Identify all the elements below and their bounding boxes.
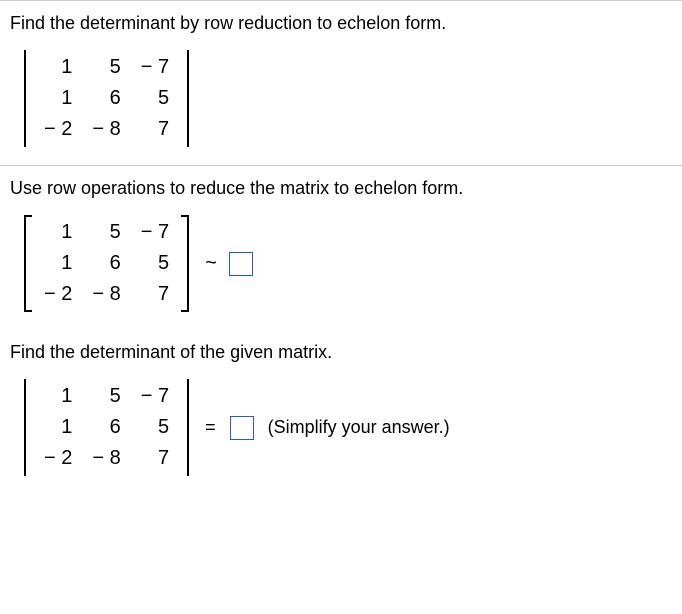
matrix-cell: − 2 (34, 279, 82, 310)
simplify-hint: (Simplify your answer.) (264, 417, 450, 438)
matrix-cell: − 7 (131, 217, 179, 248)
determinant-answer-input[interactable] (230, 416, 254, 440)
matrix-table: 1 5 − 7 1 6 5 − 2 − 8 7 (34, 381, 179, 474)
matrix-cell: − 2 (34, 114, 82, 145)
det-bar-left (24, 50, 26, 147)
matrix-cell: 6 (82, 412, 130, 443)
matrix-cell: − 7 (131, 52, 179, 83)
echelon-answer-input[interactable] (229, 252, 253, 276)
matrix-cell: 5 (82, 381, 130, 412)
matrix-cell: 1 (34, 248, 82, 279)
matrix-cell: − 8 (82, 279, 130, 310)
matrix-cell: 1 (34, 52, 82, 83)
matrix-cell: 1 (34, 412, 82, 443)
section-find-determinant: Find the determinant by row reduction to… (0, 1, 682, 165)
det-bar-left (24, 379, 26, 476)
prompt-text: Use row operations to reduce the matrix … (10, 178, 672, 199)
matrix-row: 1 5 − 7 1 6 5 − 2 − 8 7 ~ (10, 213, 672, 314)
matrix-cell: 5 (82, 52, 130, 83)
matrix-cell: 1 (34, 217, 82, 248)
matrix-table: 1 5 − 7 1 6 5 − 2 − 8 7 (34, 52, 179, 145)
matrix-cell: − 7 (131, 381, 179, 412)
prompt-text: Find the determinant by row reduction to… (10, 13, 672, 34)
matrix-cell: 1 (34, 83, 82, 114)
matrix-cell: 5 (131, 412, 179, 443)
matrix-cell: 5 (131, 248, 179, 279)
matrix-cell: 6 (82, 248, 130, 279)
matrix-cell: 7 (131, 443, 179, 474)
matrix-cell: 1 (34, 381, 82, 412)
prompt-text: Find the determinant of the given matrix… (10, 342, 672, 363)
equals-symbol: = (199, 417, 220, 438)
bracket-left (24, 215, 32, 312)
matrix-table: 1 5 − 7 1 6 5 − 2 − 8 7 (34, 217, 179, 310)
determinant-matrix: 1 5 − 7 1 6 5 − 2 − 8 7 (24, 377, 189, 478)
bracket-right (181, 215, 189, 312)
matrix-row: 1 5 − 7 1 6 5 − 2 − 8 7 = (Simplify your… (10, 377, 672, 478)
matrix-cell: 6 (82, 83, 130, 114)
det-bar-right (187, 379, 189, 476)
matrix-row: 1 5 − 7 1 6 5 − 2 − 8 7 (10, 48, 672, 149)
matrix-cell: − 8 (82, 443, 130, 474)
matrix-cell: 5 (82, 217, 130, 248)
section-determinant-answer: Find the determinant of the given matrix… (0, 330, 682, 494)
matrix-cell: − 2 (34, 443, 82, 474)
det-bar-right (187, 50, 189, 147)
determinant-matrix: 1 5 − 7 1 6 5 − 2 − 8 7 (24, 48, 189, 149)
bracket-matrix: 1 5 − 7 1 6 5 − 2 − 8 7 (24, 213, 189, 314)
matrix-cell: − 8 (82, 114, 130, 145)
matrix-cell: 7 (131, 279, 179, 310)
matrix-cell: 5 (131, 83, 179, 114)
tilde-symbol: ~ (199, 252, 219, 275)
matrix-cell: 7 (131, 114, 179, 145)
section-row-operations: Use row operations to reduce the matrix … (0, 166, 682, 330)
